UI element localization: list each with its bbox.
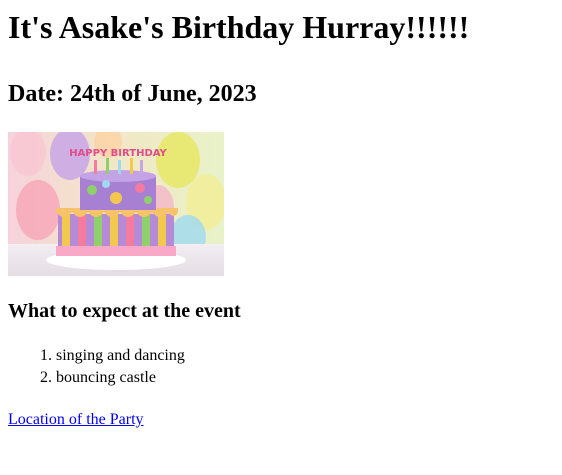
cake-topper-text: HAPPY BIRTHDAY [69, 148, 167, 159]
expect-heading: What to expect at the event [8, 300, 241, 322]
location-link[interactable]: Location of the Party [8, 411, 144, 428]
event-date: Date: 24th of June, 2023 [8, 81, 257, 107]
birthday-cake-image: HAPPY BIRTHDAY [8, 132, 224, 276]
page: It's Asake's Birthday Hurray!!!!!! Date:… [0, 7, 562, 431]
page-title: It's Asake's Birthday Hurray!!!!!! [8, 9, 470, 45]
location-link-wrap: Location of the Party [8, 409, 554, 431]
list-item: singing and dancing [56, 345, 554, 367]
list-item: bouncing castle [56, 367, 554, 389]
expect-list: singing and dancing bouncing castle [8, 345, 554, 389]
